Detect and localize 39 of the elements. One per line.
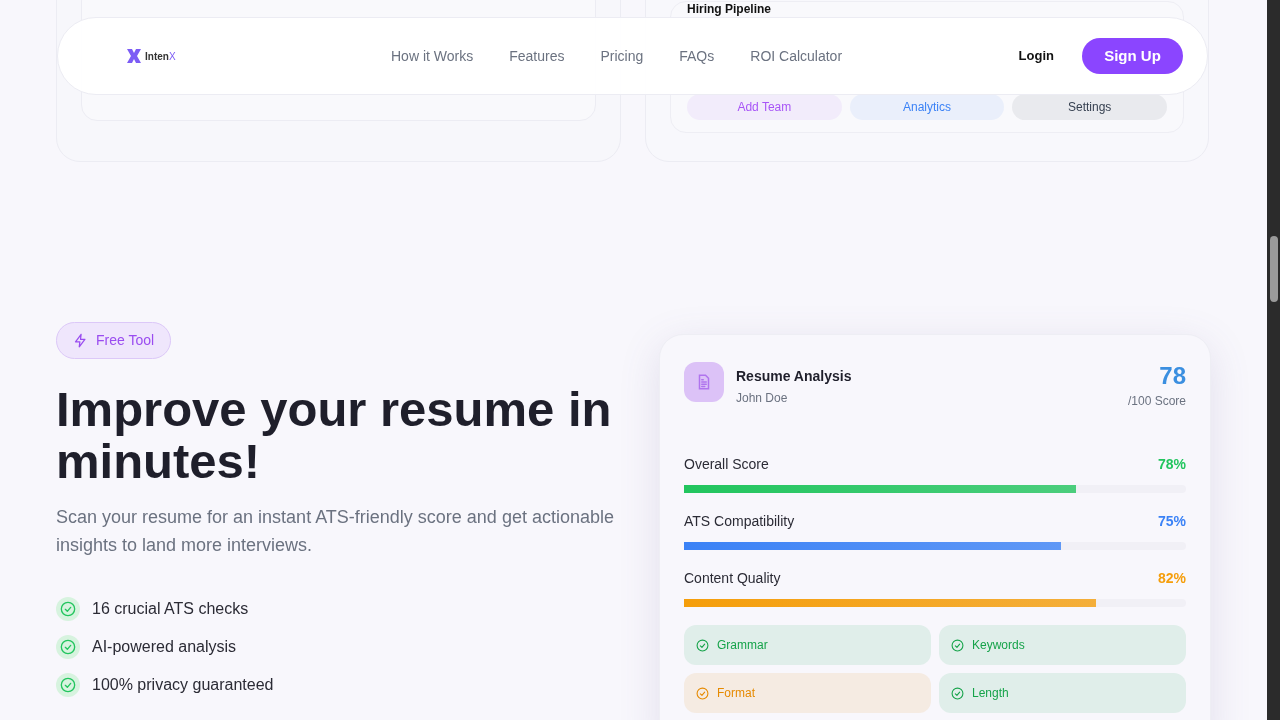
hero-subtitle: Scan your resume for an instant ATS-friendly score and get actionable insights to land more interviews. [56,506,615,557]
nav-link[interactable]: Pricing [600,45,644,67]
feature-text: 100% privacy guaranteed [92,675,274,695]
score-caption: /100 Score [1127,393,1186,410]
check-circle-icon [951,686,964,700]
login-button[interactable]: Login [1018,46,1054,66]
check-label: Grammar [717,637,768,654]
feature-text: AI-powered analysis [92,637,237,657]
metric-value: 82% [1157,569,1186,588]
check-label: Format [717,685,755,702]
check-circle-icon [696,638,709,652]
panel-title: Hiring Pipeline [687,2,771,16]
nav-link[interactable]: FAQs [679,45,715,67]
lightning-icon [73,333,88,348]
card-title: Resume Analysis [736,367,852,386]
metric-label: Overall Score [684,455,769,474]
candidate-name: John Doe [736,390,789,407]
signup-button[interactable]: Sign Up [1082,38,1183,74]
document-icon [684,362,724,402]
check-circle-icon [696,686,709,700]
badge-label: Free Tool [96,331,155,350]
action-button[interactable]: Add Team [687,94,842,120]
brand-name: IntenX [145,49,176,64]
check-label: Length [972,685,1009,702]
action-button[interactable]: Settings [1012,94,1167,120]
metric-label: Content Quality [684,569,781,588]
metric-value: 78% [1157,455,1186,474]
feature-text: 16 crucial ATS checks [92,599,249,619]
action-button[interactable]: Analytics [849,94,1005,120]
nav-link[interactable]: How it Works [391,45,474,67]
logo-icon [126,48,142,64]
metric-label: ATS Compatibility [684,512,795,531]
metric-value: 75% [1157,512,1186,531]
check-label: Keywords [972,637,1025,654]
hero-title: Improve your resume in minutes! [56,383,613,487]
nav-link[interactable]: Features [509,45,565,67]
nav-link[interactable]: ROI Calculator [750,45,843,67]
check-circle-icon [951,638,964,652]
score-value: 78 [1159,362,1186,390]
